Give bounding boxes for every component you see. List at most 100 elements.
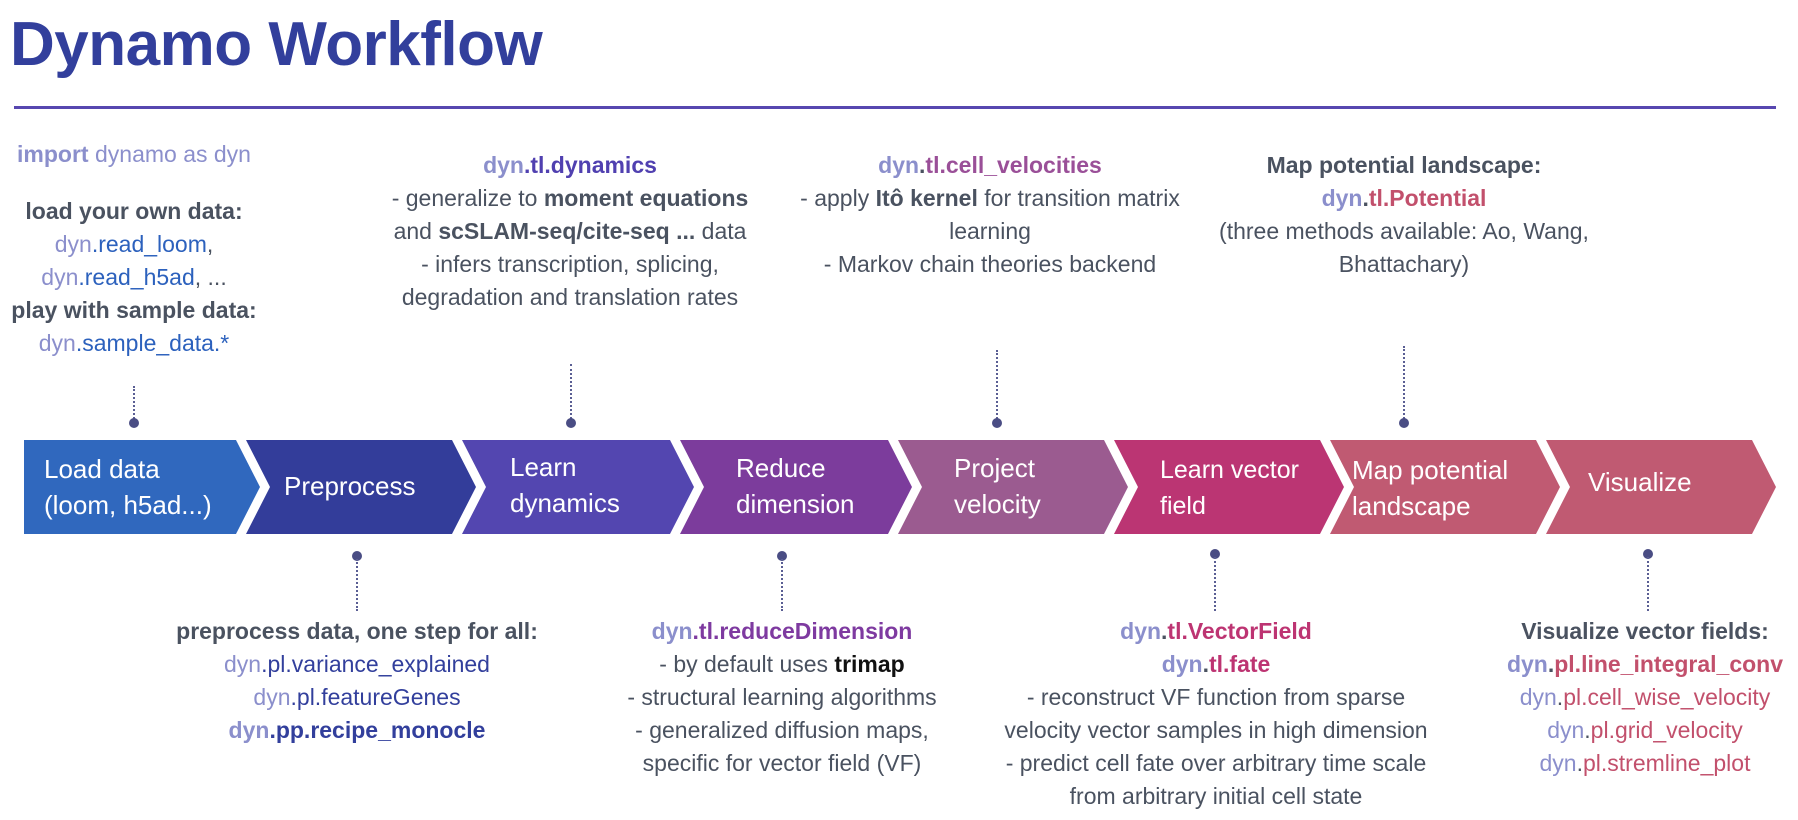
note-heading: play with sample data: [11,297,257,323]
connector-pin-icon [992,418,1002,428]
dyn-prefix: dyn [1539,750,1577,776]
function-read-loom: dyn.read_loom, [0,228,268,261]
step-label-line: dimension [736,489,855,519]
function-name: .tl.dynamics [523,152,657,178]
text: data [695,218,747,244]
desc-line: velocity vector samples in high dimensio… [1004,717,1428,743]
step-label-map-potential: Map potential landscape [1352,452,1508,524]
note-visualize: Visualize vector fields: dyn.pl.line_int… [1490,615,1798,780]
function-name: tl.fate [1208,651,1271,677]
dyn-prefix: dyn [1120,618,1162,644]
dyn-prefix: dyn [1519,684,1557,710]
note-preprocess: preprocess data, one step for all: dyn.p… [150,615,564,747]
note-heading: preprocess data, one step for all: [176,618,538,644]
dyn-prefix: dyn [1321,185,1363,211]
dyn-prefix: dyn [38,330,76,356]
function-read-h5ad: dyn.read_h5ad, ... [0,261,268,294]
text: - generalize to [391,185,544,211]
dyn-prefix: dyn [1506,651,1548,677]
desc-line: learning [949,218,1031,244]
step-label-line: velocity [954,489,1041,519]
step-label-line: Visualize [1588,467,1692,497]
import-statement: import dynamo as dyn [0,138,268,171]
note-learn-vector-field: dyn.tl.VectorField dyn.tl.fate - reconst… [966,615,1466,813]
desc-line: specific for vector field (VF) [642,750,922,776]
note-heading: load your own data: [25,198,243,224]
connector-pin-icon [566,418,576,428]
step-label-line: Map potential [1352,455,1509,485]
step-label-reduce-dimension: Reduce dimension [736,450,855,522]
text: for transition matrix [977,185,1180,211]
function-vector-field: dyn.tl.VectorField [966,615,1466,648]
step-label-learn-vector-field: Learn vector field [1160,452,1299,524]
function-name: .pl.variance_explained [261,651,490,677]
function-name: .sample_data.* [75,330,230,356]
import-rest: dynamo as dyn [88,141,251,167]
function-reduce-dimension: dyn.tl.reduceDimension [580,615,984,648]
desc-line: from arbitrary initial cell state [1069,783,1363,809]
function-cell-wise-velocity: dyn.pl.cell_wise_velocity [1490,681,1798,714]
dotted-line [996,350,998,419]
dyn-prefix: dyn [54,231,92,257]
step-label-line: Project [954,453,1035,483]
function-name: .pp.recipe_monocle [269,717,486,743]
desc-line: - reconstruct VF function from sparse [1026,684,1406,710]
desc-line: (three methods available: Ao, Wang, [1219,218,1589,244]
suffix: , [206,231,214,257]
step-label-line: (loom, h5ad...) [44,490,212,520]
step-label-visualize: Visualize [1588,464,1692,500]
function-name: .read_h5ad [78,264,195,290]
desc-line: - generalized diffusion maps, [635,717,929,743]
desc-line: - infers transcription, splicing, [421,251,719,277]
text: - by default uses [659,651,835,677]
emphasis: Itô kernel [875,185,978,211]
desc-line: Bhattachary) [1338,251,1470,277]
note-load-data: import dynamo as dyn load your own data:… [0,138,268,360]
note-reduce-dimension: dyn.tl.reduceDimension - by default uses… [580,615,984,780]
desc-line: and scSLAM-seq/cite-seq ... data [370,215,770,248]
step-label-line: Load data [44,454,160,484]
dotted-line [1403,346,1405,419]
step-label-line: Preprocess [284,471,416,501]
note-map-potential: Map potential landscape: dyn.tl.Potentia… [1194,149,1614,281]
function-cell-velocities: dyn.tl.cell_velocities [770,149,1210,182]
dotted-line [1214,557,1216,611]
function-name: pl.cell_wise_velocity [1563,684,1771,710]
function-name: .read_loom [91,231,207,257]
step-label-project-velocity: Project velocity [954,450,1041,522]
function-name: pl.grid_velocity [1590,717,1743,743]
function-recipe-monocle: dyn.pp.recipe_monocle [150,714,564,747]
function-name: .pl.featureGenes [290,684,461,710]
step-label-learn-dynamics: Learn dynamics [510,449,620,521]
desc-line: - Markov chain theories backend [823,251,1157,277]
connector-pin-icon [129,418,139,428]
function-line-integral-conv: dyn.pl.line_integral_conv [1490,648,1798,681]
text: - apply [800,185,876,211]
suffix: , ... [194,264,227,290]
function-name: pl.line_integral_conv [1554,651,1784,677]
function-feature-genes: dyn.pl.featureGenes [150,681,564,714]
desc-line: - generalize to moment equations [370,182,770,215]
function-name: tl.cell_velocities [925,152,1102,178]
dyn-prefix: dyn [41,264,79,290]
function-grid-velocity: dyn.pl.grid_velocity [1490,714,1798,747]
step-label-load: Load data (loom, h5ad...) [44,451,212,523]
note-learn-dynamics: dyn.tl.dynamics - generalize to moment e… [370,149,770,314]
step-label-line: dynamics [510,488,620,518]
emphasis: moment equations [543,185,749,211]
function-name: tl.Potential [1368,185,1487,211]
function-name: pl.stremline_plot [1583,750,1751,776]
dyn-prefix: dyn [228,717,270,743]
function-variance-explained: dyn.pl.variance_explained [150,648,564,681]
dyn-prefix: dyn [483,152,524,178]
note-heading: Map potential landscape: [1266,152,1542,178]
dotted-line [356,559,358,611]
desc-line: degradation and translation rates [401,284,739,310]
desc-line: - structural learning algorithms [627,684,937,710]
function-name: tl.VectorField [1167,618,1312,644]
dotted-line [570,364,572,419]
function-streamline-plot: dyn.pl.stremline_plot [1490,747,1798,780]
desc-line: - by default uses trimap [580,648,984,681]
dyn-prefix: dyn [253,684,291,710]
